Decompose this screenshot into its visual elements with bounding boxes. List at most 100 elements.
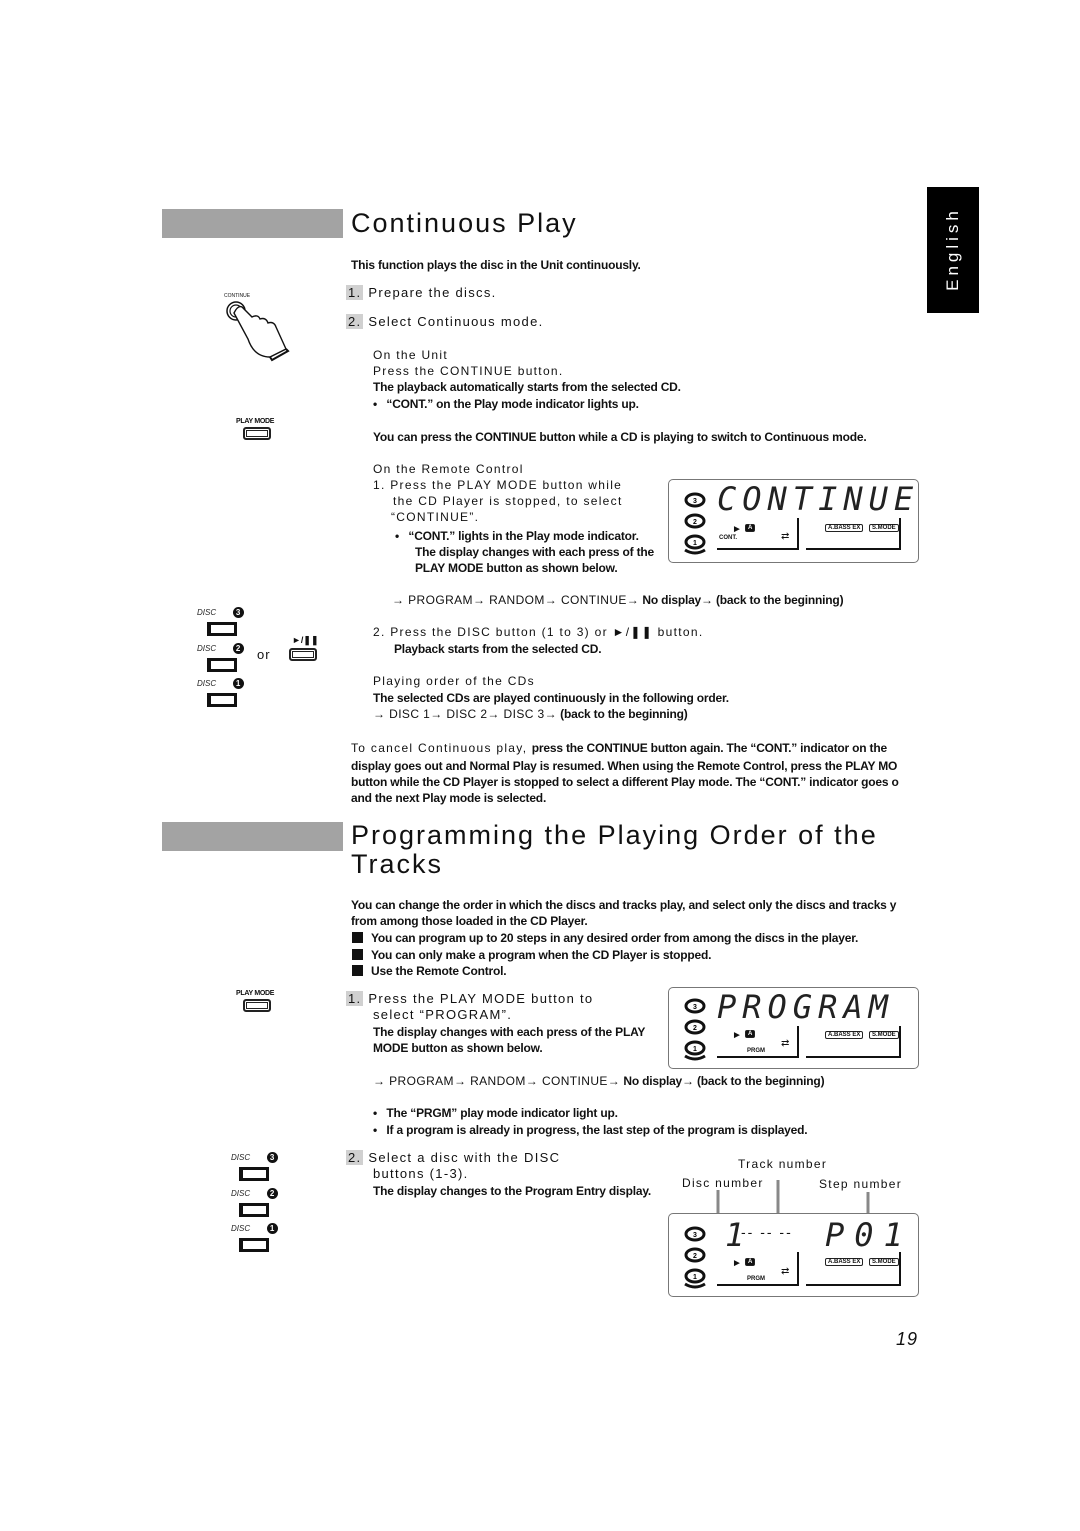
remote-bullet: • “CONT.” lights in the Play mode indica… [395, 529, 639, 543]
remote-step1-line: the CD Player is stopped, to select [393, 494, 623, 508]
unit-heading: On the Unit [373, 348, 448, 362]
svg-text:1: 1 [693, 1274, 697, 1281]
svg-text:3: 3 [693, 1232, 697, 1239]
remote-step1-line: 1. Press the PLAY MODE button while [373, 478, 623, 492]
play-mode-label: PLAY MODE [236, 990, 275, 997]
section-intro: You can change the order in which the di… [351, 898, 897, 928]
disc-indicators-icon: 3 2 1 [684, 998, 706, 1061]
lcd-left-bracket [717, 1026, 799, 1058]
remote-step2-bold: Playback starts from the selected CD. [394, 642, 602, 656]
lcd-display-program-entry: 321 1 -- -- -- P01 ► A PRGM ⇄ A.BASS EX … [668, 1213, 919, 1297]
bass-badge: A.BASS EX [825, 524, 864, 532]
remote-bullet-cont: PLAY MODE button as shown below. [415, 561, 618, 575]
disc-3-badge-icon: 3 [232, 607, 244, 618]
disc-1: DISC 1 [197, 673, 244, 707]
lcd-main-text: PROGRAM [717, 988, 894, 1026]
section-title: Programming the Playing Order of the Tra… [351, 820, 878, 879]
language-tab-label: English [943, 207, 962, 291]
disc-1-button-icon [239, 1238, 269, 1252]
remote-heading: On the Remote Control [373, 462, 524, 476]
play-mode-label: PLAY MODE [236, 418, 275, 425]
or-label: or [257, 647, 271, 662]
step-bold: The display changes with each press of t… [373, 1025, 646, 1039]
disc-2-badge-icon: 2 [266, 1188, 278, 1199]
play-mode-button-illustration: PLAY MODE [236, 418, 280, 440]
svg-text:2: 2 [693, 519, 697, 526]
lcd-display-program: 321 PROGRAM ► A PRGM ⇄ A.BASS EX S.MODE [668, 987, 919, 1069]
smode-badge: S.MODE [869, 1031, 899, 1039]
order-bold: The selected CDs are played continuously… [373, 691, 729, 705]
order-sequence: → DISC 1→ DISC 2→ DISC 3→ (back to the b… [373, 707, 688, 721]
unit-bullet: • “CONT.” on the Play mode indicator lig… [373, 397, 639, 411]
svg-text:1: 1 [693, 1046, 697, 1053]
continue-button-illustration: CONTINUE [218, 293, 298, 363]
lcd-left-bracket [717, 518, 799, 550]
square-bullet-icon [352, 949, 363, 960]
disc-buttons-illustration: DISC 3 DISC 2 DISC 1 [231, 1147, 291, 1252]
disc-3: DISC 3 [197, 602, 244, 636]
square-bullet-icon [352, 932, 363, 943]
remote-step2: 2. Press the DISC button (1 to 3) or ►/❚… [373, 625, 704, 639]
disc-2: DISC 2 [231, 1183, 278, 1217]
disc-3-button-icon [239, 1167, 269, 1181]
disc-3: DISC 3 [231, 1147, 278, 1181]
lcd-right-bracket [806, 518, 901, 550]
svg-text:2: 2 [693, 1025, 697, 1032]
language-tab: English [927, 187, 979, 313]
remote-bullet-cont: The display changes with each press of t… [415, 545, 655, 559]
disc-1-badge-icon: 1 [266, 1223, 278, 1234]
svg-text:2: 2 [693, 1253, 697, 1260]
square-bullet: You can program up to 20 steps in any de… [352, 931, 858, 945]
disc-buttons-illustration: DISC 3 DISC 2 DISC 1 or ►/❚❚ [197, 602, 327, 707]
disc-2-button-icon [239, 1203, 269, 1217]
bullet-item: • If a program is already in progress, t… [373, 1123, 808, 1137]
section-intro: This function plays the disc in the Unit… [351, 258, 641, 272]
remote-step1-line: “CONTINUE”. [391, 510, 480, 524]
lcd-step-digits: P01 [825, 1216, 913, 1254]
step-bold: MODE button as shown below. [373, 1041, 543, 1055]
hand-pressing-icon [226, 301, 290, 362]
page-number: 19 [896, 1329, 919, 1349]
order-heading: Playing order of the CDs [373, 674, 535, 688]
svg-text:3: 3 [693, 498, 697, 505]
step-item-cont: select “PROGRAM”. [373, 1007, 513, 1022]
step-item: 1. Press the PLAY MODE button to [346, 991, 594, 1006]
section-bar [162, 822, 343, 851]
disc-1-badge-icon: 1 [232, 678, 244, 689]
play-pause-button-icon [289, 648, 317, 661]
disc-3-button-icon [207, 622, 237, 636]
continuous-note: You can press the CONTINUE button while … [373, 430, 867, 444]
bullet-item: • The “PRGM” play mode indicator light u… [373, 1106, 618, 1120]
square-bullet: Use the Remote Control. [352, 964, 507, 978]
step-item-cont: buttons (1-3). [373, 1166, 469, 1181]
mode-sequence: → PROGRAM→ RANDOM→ CONTINUE→ No display→… [392, 593, 844, 607]
play-mode-button-illustration: PLAY MODE [236, 990, 280, 1012]
step-bold: The display changes to the Program Entry… [373, 1184, 652, 1198]
play-mode-button-icon [243, 999, 271, 1012]
square-bullet: You can only make a program when the CD … [352, 948, 711, 962]
step-item: 2. Select Continuous mode. [346, 314, 544, 329]
disc-3-badge-icon: 3 [266, 1152, 278, 1163]
smode-badge: S.MODE [869, 1258, 899, 1266]
cancel-note: To cancel Continuous play, press the CON… [351, 741, 899, 805]
play-mode-button-icon [243, 427, 271, 440]
bass-badge: A.BASS EX [825, 1258, 864, 1266]
section-bar [162, 209, 343, 238]
unit-instruction: Press the CONTINUE button. [373, 364, 564, 378]
disc-indicators-icon: 3 2 1 [684, 1226, 706, 1289]
unit-bold: The playback automatically starts from t… [373, 380, 681, 394]
square-bullet-icon [352, 965, 363, 976]
section-title: Continuous Play [351, 208, 578, 238]
disc-2-button-icon [207, 658, 237, 672]
svg-text:1: 1 [693, 540, 697, 547]
track-number-label: Track number [738, 1157, 828, 1171]
svg-text:3: 3 [693, 1004, 697, 1011]
step-item: 2. Select a disc with the DISC [346, 1150, 561, 1165]
lcd-track-digits: -- -- -- [741, 1224, 793, 1240]
lcd-main-text: CONTINUE [717, 480, 920, 518]
mode-sequence: → PROGRAM→ RANDOM→ CONTINUE→ No display→… [373, 1074, 825, 1088]
bass-badge: A.BASS EX [825, 1031, 864, 1039]
disc-2: DISC 2 [197, 638, 244, 672]
disc-1: DISC 1 [231, 1218, 278, 1252]
step-item: 1. Prepare the discs. [346, 285, 497, 300]
